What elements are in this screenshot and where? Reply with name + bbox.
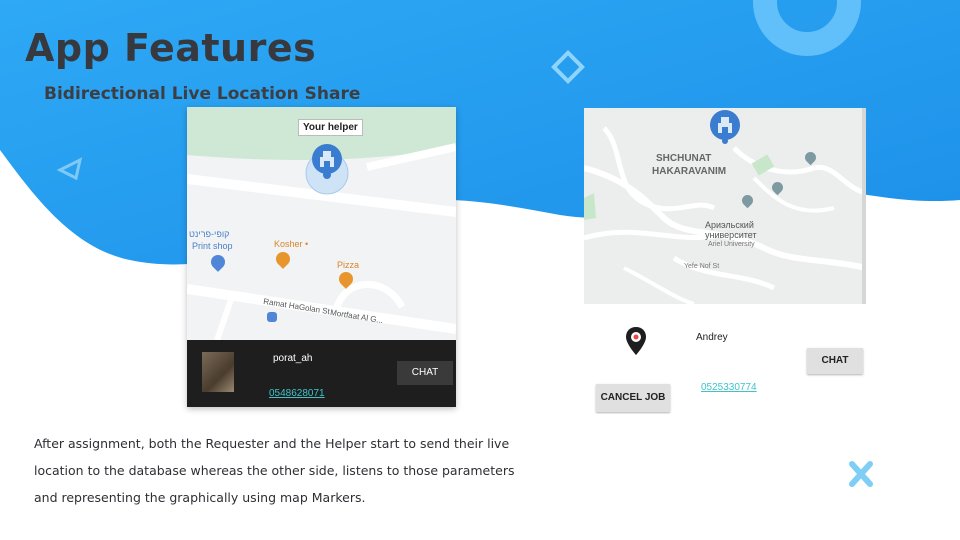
map-label-hebrew: קופי-פרינט [189,229,230,239]
map-label-print-shop: Print shop [192,241,233,251]
description-line: and representing the graphically using m… [34,490,366,505]
requester-location-pin-icon [626,327,646,355]
slide-description: After assignment, both the Requester and… [34,430,554,511]
slide-subtitle: Bidirectional Live Location Share [44,84,361,104]
map-label-district1: SHCHUNAT [656,153,712,164]
user-phone-link[interactable]: 0548628071 [269,388,325,399]
chat-button[interactable]: CHAT [397,361,453,385]
map-label-district2: HAKARAVANIM [652,166,727,177]
requester-view-screenshot: SHCHUNAT HAKARAVANIM Ариэльский универси… [584,108,866,414]
chat-button[interactable]: CHAT [807,348,863,374]
map-label-kosher: Kosher • [274,239,309,249]
helper-view-screenshot: Your helper קופי-פרינט Print shop Kosher… [187,107,456,407]
avatar [202,352,234,392]
bus-stop-icon[interactable] [267,312,277,322]
helper-name: Andrey [696,332,728,343]
helper-phone-link[interactable]: 0525330774 [701,382,757,393]
map-label-pizza: Pizza [337,260,360,270]
description-line: After assignment, both the Requester and… [34,436,510,451]
description-line: location to the database whereas the oth… [34,463,515,478]
map-right: SHCHUNAT HAKARAVANIM Ариэльский универси… [584,108,866,304]
map-label-university-en: Ariel University [708,241,755,248]
helper-tooltip: Your helper [298,119,363,136]
map-label-street: Yefe Nof St [684,263,720,270]
slide-title: App Features [25,26,317,70]
x-decoration [849,461,873,487]
cancel-job-button[interactable]: CANCEL JOB [596,384,670,412]
user-info-bar: porat_ah 0548628071 CHAT [187,340,456,407]
map-label-university-ru1: Ариэльский [705,220,754,230]
map-label-university-ru2: университет [705,230,757,240]
user-name: porat_ah [273,353,313,364]
